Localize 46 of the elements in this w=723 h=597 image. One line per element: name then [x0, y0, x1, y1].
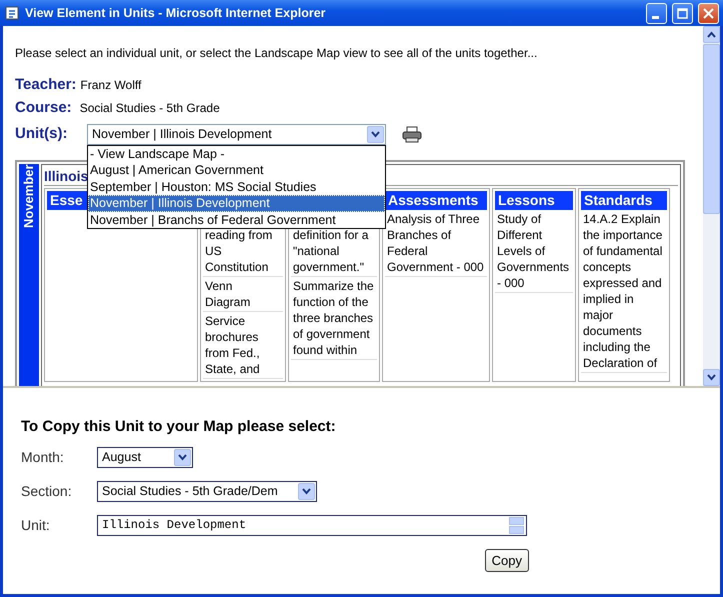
dropdown-option[interactable]: November | Illinois Development — [88, 195, 385, 212]
map-cell: Analysis of Three Branches of Federal Government - 000 — [385, 210, 487, 276]
dropdown-option[interactable]: - View Landscape Map - — [88, 146, 385, 162]
map-cell: Summarize the function of the three branches of government found within — [291, 276, 377, 360]
maximize-button[interactable] — [672, 2, 693, 24]
map-cell: Service brochures from Fed., State, and — [203, 312, 283, 378]
spinner-icon — [509, 516, 524, 534]
minimize-icon — [652, 16, 658, 18]
field-label: Unit: — [21, 516, 51, 534]
column-heading: Standards — [581, 190, 667, 210]
column-heading: Assessments — [385, 190, 487, 210]
copy-heading: To Copy this Unit to your Map please select: — [21, 417, 337, 437]
map-cell: definition for a "national government." — [291, 226, 377, 276]
map-cell: Study of Different Levels of Governments - 000 — [495, 210, 573, 292]
instruction-text: Please select an individual unit, or select the Landscape Map view to see all of the units together... — [15, 45, 538, 62]
field-label: Section: — [21, 482, 73, 500]
scroll-down-button[interactable] — [703, 369, 720, 386]
dropdown-option[interactable]: August | American Government — [88, 162, 385, 179]
unit-title: Illinois — [44, 168, 88, 184]
scroll-up-button[interactable] — [703, 26, 720, 43]
scrollbar-thumb[interactable] — [703, 44, 720, 214]
dropdown-option[interactable]: November | Branchs of Federal Government — [88, 212, 385, 228]
teacher-name: Franz Wolff — [80, 77, 142, 94]
course-name: Social Studies - 5th Grade — [80, 100, 220, 116]
close-icon — [703, 8, 714, 18]
map-cell: Venn Diagram — [203, 276, 283, 312]
minimize-button[interactable] — [646, 2, 667, 24]
column-heading: Lessons — [495, 190, 573, 210]
map-cell: reading from US Constitution — [203, 226, 283, 276]
maximize-icon — [677, 8, 688, 18]
close-button[interactable] — [698, 2, 719, 24]
map-cell: 14.A.2 Explain the importance of fundamental concepts expressed and implied in major documents including the Declaration of — [581, 210, 667, 372]
units-label: Unit(s): — [15, 124, 68, 144]
teacher-label: Teacher: — [15, 75, 76, 95]
window-title: View Element in Units - Microsoft Internet Explorer — [25, 4, 327, 22]
printer-icon[interactable] — [402, 126, 422, 143]
copy-button[interactable]: Copy — [484, 548, 529, 572]
caret-up-icon — [707, 31, 716, 38]
select-field[interactable]: August — [97, 446, 193, 468]
field-label: Month: — [21, 448, 65, 466]
units-select[interactable]: November | Illinois Development — [87, 124, 386, 145]
month-label: November — [19, 164, 39, 386]
input-field[interactable]: Illinois Development — [97, 514, 527, 536]
caret-down-icon — [707, 374, 716, 381]
course-label: Course: — [15, 98, 72, 118]
select-field[interactable]: Social Studies - 5th Grade/Dem — [97, 480, 317, 502]
